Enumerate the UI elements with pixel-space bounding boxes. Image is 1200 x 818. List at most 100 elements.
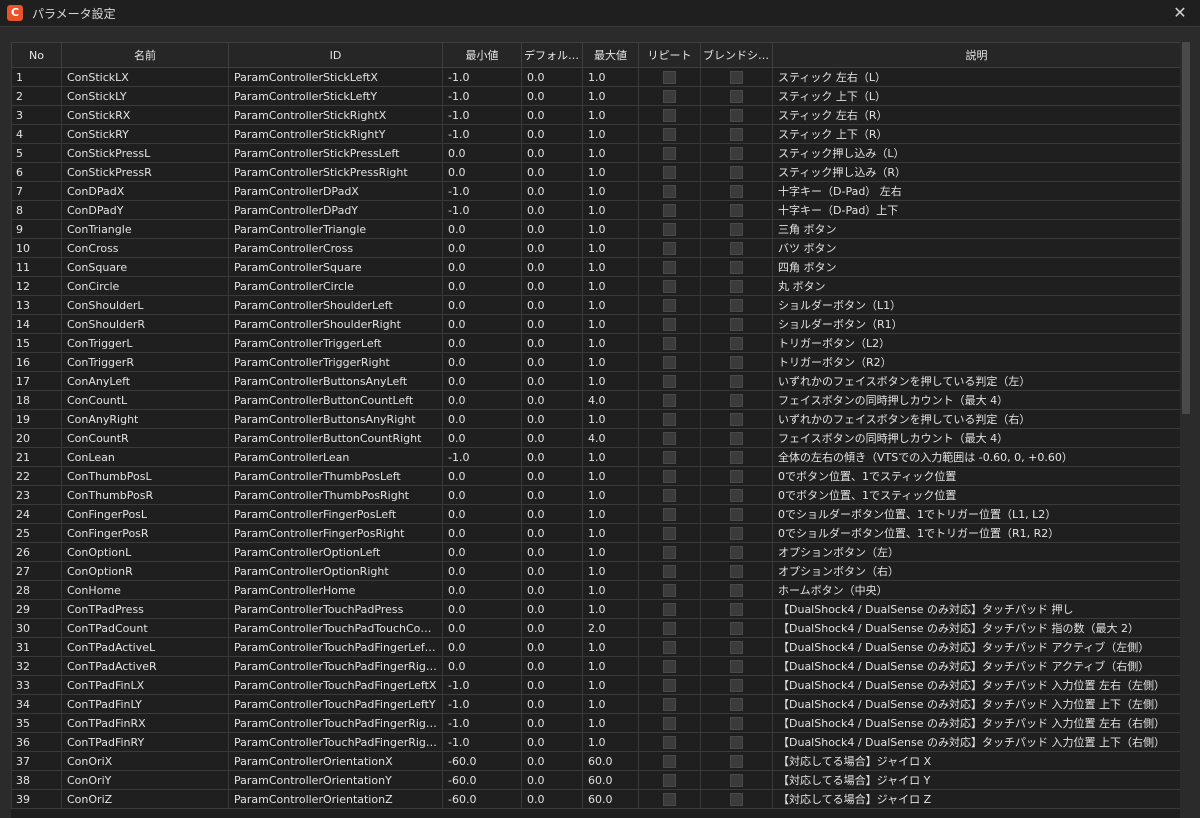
cell-description[interactable]: 四角 ボタン: [772, 257, 1180, 277]
table-row[interactable]: 38 ConOriY ParamControllerOrientationY -60.…: [11, 770, 1180, 790]
cell-id[interactable]: ParamControllerButtonCountRight: [228, 428, 443, 448]
table-row[interactable]: 16 ConTriggerR ParamControllerTriggerRight…: [11, 352, 1180, 372]
table-row[interactable]: 15 ConTriggerL ParamControllerTriggerLeft 0…: [11, 333, 1180, 353]
cell-max[interactable]: 2.0: [582, 618, 639, 638]
cell-id[interactable]: ParamControllerTouchPadFingerRight...: [228, 656, 443, 676]
repeat-checkbox[interactable]: [663, 735, 676, 749]
blendshape-checkbox[interactable]: [730, 545, 743, 559]
cell-max[interactable]: 1.0: [582, 542, 639, 562]
blendshape-checkbox[interactable]: [730, 659, 743, 673]
cell-name[interactable]: ConCountL: [61, 390, 229, 410]
cell-min[interactable]: 0.0: [442, 485, 522, 505]
cell-name[interactable]: ConDPadX: [61, 181, 229, 201]
cell-description[interactable]: 【DualShock4 / DualSense のみ対応】タッチパッド アクティ…: [772, 656, 1180, 676]
blendshape-checkbox[interactable]: [730, 298, 743, 312]
cell-description[interactable]: トリガーボタン（R2）: [772, 352, 1180, 372]
cell-default[interactable]: 0.0: [521, 238, 583, 258]
cell-name[interactable]: ConFingerPosR: [61, 523, 229, 543]
cell-min[interactable]: -1.0: [442, 694, 522, 714]
cell-description[interactable]: 【DualShock4 / DualSense のみ対応】タッチパッド アクティ…: [772, 637, 1180, 657]
cell-name[interactable]: ConShoulderL: [61, 295, 229, 315]
cell-max[interactable]: 1.0: [582, 694, 639, 714]
cell-default[interactable]: 0.0: [521, 295, 583, 315]
blendshape-checkbox[interactable]: [730, 260, 743, 274]
cell-max[interactable]: 1.0: [582, 238, 639, 258]
table-row[interactable]: 5 ConStickPressL ParamControllerStickPress…: [11, 143, 1180, 163]
repeat-checkbox[interactable]: [663, 70, 676, 84]
cell-description[interactable]: 【DualShock4 / DualSense のみ対応】タッチパッド 入力位置…: [772, 675, 1180, 695]
cell-default[interactable]: 0.0: [521, 580, 583, 600]
table-row[interactable]: 14 ConShoulderR ParamControllerShoulderRig…: [11, 314, 1180, 334]
cell-name[interactable]: ConAnyLeft: [61, 371, 229, 391]
cell-min[interactable]: 0.0: [442, 523, 522, 543]
blendshape-checkbox[interactable]: [730, 146, 743, 160]
table-row[interactable]: 1 ConStickLX ParamControllerStickLeftX -1.0…: [11, 67, 1180, 87]
cell-default[interactable]: 0.0: [521, 371, 583, 391]
cell-min[interactable]: 0.0: [442, 257, 522, 277]
repeat-checkbox[interactable]: [663, 640, 676, 654]
cell-name[interactable]: ConShoulderR: [61, 314, 229, 334]
cell-description[interactable]: ショルダーボタン（R1）: [772, 314, 1180, 334]
cell-max[interactable]: 1.0: [582, 257, 639, 277]
cell-default[interactable]: 0.0: [521, 599, 583, 619]
cell-default[interactable]: 0.0: [521, 504, 583, 524]
cell-id[interactable]: ParamControllerTouchPadFingerLeftY: [228, 694, 443, 714]
cell-min[interactable]: 0.0: [442, 238, 522, 258]
cell-min[interactable]: 0.0: [442, 143, 522, 163]
blendshape-checkbox[interactable]: [730, 716, 743, 730]
cell-name[interactable]: ConThumbPosL: [61, 466, 229, 486]
cell-default[interactable]: 0.0: [521, 124, 583, 144]
cell-min[interactable]: 0.0: [442, 637, 522, 657]
table-row[interactable]: 2 ConStickLY ParamControllerStickLeftY -1.0…: [11, 86, 1180, 106]
blendshape-checkbox[interactable]: [730, 355, 743, 369]
table-row[interactable]: 20 ConCountR ParamControllerButtonCountRig…: [11, 428, 1180, 448]
table-row[interactable]: 4 ConStickRY ParamControllerStickRightY -1.…: [11, 124, 1180, 144]
cell-no[interactable]: 3: [11, 105, 62, 125]
cell-name[interactable]: ConStickRX: [61, 105, 229, 125]
cell-default[interactable]: 0.0: [521, 789, 583, 809]
cell-description[interactable]: いずれかのフェイスボタンを押している判定（左）: [772, 371, 1180, 391]
cell-id[interactable]: ParamControllerButtonsAnyRight: [228, 409, 443, 429]
cell-default[interactable]: 0.0: [521, 105, 583, 125]
cell-min[interactable]: 0.0: [442, 656, 522, 676]
cell-no[interactable]: 26: [11, 542, 62, 562]
cell-default[interactable]: 0.0: [521, 618, 583, 638]
cell-max[interactable]: 1.0: [582, 352, 639, 372]
cell-min[interactable]: -1.0: [442, 713, 522, 733]
cell-id[interactable]: ParamControllerDPadX: [228, 181, 443, 201]
cell-id[interactable]: ParamControllerShoulderLeft: [228, 295, 443, 315]
blendshape-checkbox[interactable]: [730, 393, 743, 407]
cell-min[interactable]: 0.0: [442, 390, 522, 410]
table-row[interactable]: 34 ConTPadFinLY ParamControllerTouchPadFin…: [11, 694, 1180, 714]
table-row[interactable]: 31 ConTPadActiveL ParamControllerTouchPadF…: [11, 637, 1180, 657]
cell-min[interactable]: -1.0: [442, 200, 522, 220]
cell-default[interactable]: 0.0: [521, 181, 583, 201]
cell-max[interactable]: 1.0: [582, 485, 639, 505]
table-row[interactable]: 8 ConDPadY ParamControllerDPadY -1.0 0.0 1.0 十…: [11, 200, 1180, 220]
cell-no[interactable]: 25: [11, 523, 62, 543]
cell-id[interactable]: ParamControllerTouchPadTouchCount: [228, 618, 443, 638]
blendshape-checkbox[interactable]: [730, 203, 743, 217]
cell-min[interactable]: 0.0: [442, 371, 522, 391]
blendshape-checkbox[interactable]: [730, 754, 743, 768]
cell-description[interactable]: 全体の左右の傾き（VTSでの入力範囲は -0.60, 0, +0.60）: [772, 447, 1180, 467]
blendshape-checkbox[interactable]: [730, 697, 743, 711]
cell-id[interactable]: ParamControllerShoulderRight: [228, 314, 443, 334]
column-header-description[interactable]: 説明: [772, 42, 1180, 68]
table-row[interactable]: 36 ConTPadFinRY ParamControllerTouchPadFin…: [11, 732, 1180, 752]
cell-no[interactable]: 16: [11, 352, 62, 372]
cell-description[interactable]: オプションボタン（左）: [772, 542, 1180, 562]
cell-default[interactable]: 0.0: [521, 732, 583, 752]
blendshape-checkbox[interactable]: [730, 564, 743, 578]
cell-name[interactable]: ConOptionR: [61, 561, 229, 581]
table-row[interactable]: 35 ConTPadFinRX ParamControllerTouchPadFin…: [11, 713, 1180, 733]
cell-id[interactable]: ParamControllerStickLeftX: [228, 67, 443, 87]
table-row[interactable]: 33 ConTPadFinLX ParamControllerTouchPadFin…: [11, 675, 1180, 695]
cell-description[interactable]: スティック押し込み（L）: [772, 143, 1180, 163]
cell-no[interactable]: 12: [11, 276, 62, 296]
repeat-checkbox[interactable]: [663, 108, 676, 122]
cell-id[interactable]: ParamControllerTouchPadFingerRightX: [228, 713, 443, 733]
repeat-checkbox[interactable]: [663, 469, 676, 483]
cell-name[interactable]: ConSquare: [61, 257, 229, 277]
cell-description[interactable]: 十字キー（D-Pad）上下: [772, 200, 1180, 220]
